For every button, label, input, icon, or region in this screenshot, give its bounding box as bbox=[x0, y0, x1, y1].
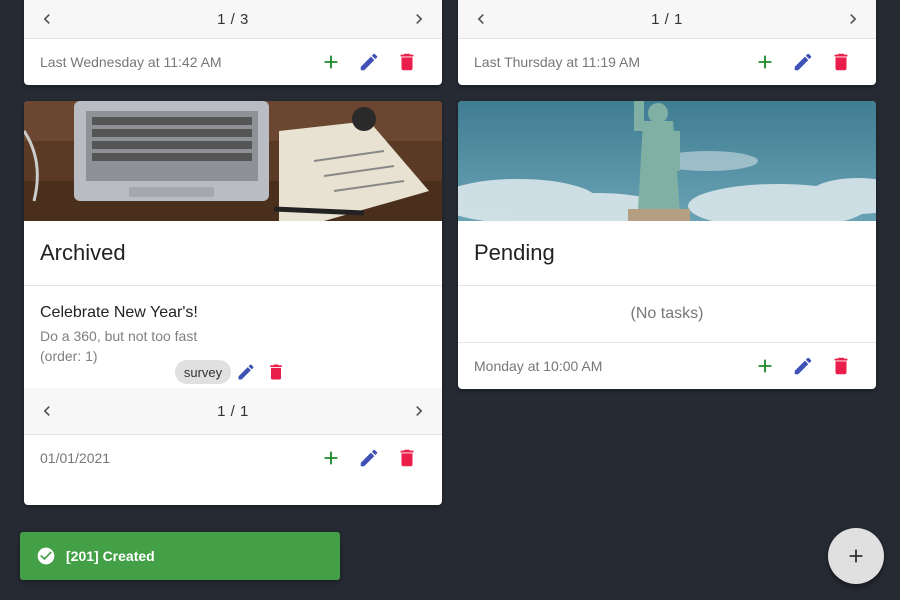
task-tools: survey bbox=[24, 358, 442, 386]
page-indicator: 1 / 1 bbox=[651, 10, 683, 28]
statue-of-liberty-image bbox=[458, 101, 876, 221]
timestamp: Monday at 10:00 AM bbox=[474, 358, 603, 374]
plus-icon bbox=[320, 447, 342, 469]
delete-task-button[interactable] bbox=[261, 358, 291, 386]
edit-card-button[interactable] bbox=[350, 439, 388, 477]
card-footer: Last Thursday at 11:19 AM bbox=[458, 39, 876, 85]
task-description: Do a 360, but not too fast bbox=[40, 328, 198, 344]
plus-icon bbox=[845, 545, 867, 567]
plus-icon bbox=[754, 51, 776, 73]
card-actions bbox=[746, 347, 860, 385]
card-actions bbox=[312, 439, 426, 477]
card-pending: Pending (No tasks) Monday at 10:00 AM bbox=[458, 101, 876, 389]
trash-icon bbox=[266, 362, 286, 382]
trash-icon bbox=[830, 51, 852, 73]
card-top-left: 1 / 3 Last Wednesday at 11:42 AM bbox=[24, 0, 442, 85]
timestamp: 01/01/2021 bbox=[40, 450, 111, 466]
card-actions bbox=[746, 43, 860, 81]
laptop-notebook-image bbox=[24, 101, 442, 221]
trash-icon bbox=[396, 447, 418, 469]
page-indicator: 1 / 3 bbox=[217, 10, 249, 28]
edit-card-button[interactable] bbox=[784, 347, 822, 385]
card-actions bbox=[312, 43, 426, 81]
delete-card-button[interactable] bbox=[388, 439, 426, 477]
snackbar-message: [201] Created bbox=[66, 548, 155, 564]
pencil-icon bbox=[358, 51, 380, 73]
page-indicator: 1 / 1 bbox=[217, 402, 249, 420]
task-title: Celebrate New Year's! bbox=[40, 304, 198, 321]
delete-card-button[interactable] bbox=[822, 43, 860, 81]
delete-card-button[interactable] bbox=[388, 43, 426, 81]
success-snackbar: [201] Created bbox=[20, 532, 340, 580]
card-footer: 01/01/2021 bbox=[24, 435, 442, 481]
plus-icon bbox=[320, 51, 342, 73]
pencil-icon bbox=[792, 51, 814, 73]
empty-tasks-message: (No tasks) bbox=[458, 286, 876, 343]
chevron-right-icon[interactable] bbox=[404, 0, 434, 38]
add-card-fab[interactable] bbox=[828, 528, 884, 584]
task-item[interactable]: Celebrate New Year's! Do a 360, but not … bbox=[24, 286, 442, 388]
add-task-button[interactable] bbox=[746, 43, 784, 81]
card-title: Archived bbox=[24, 221, 442, 286]
plus-icon bbox=[754, 355, 776, 377]
delete-card-button[interactable] bbox=[822, 347, 860, 385]
card-footer: Monday at 10:00 AM bbox=[458, 343, 876, 389]
timestamp: Last Wednesday at 11:42 AM bbox=[40, 54, 222, 70]
card-title: Pending bbox=[458, 221, 876, 286]
card-pager: 1 / 3 bbox=[24, 0, 442, 39]
trash-icon bbox=[830, 355, 852, 377]
edit-card-button[interactable] bbox=[350, 43, 388, 81]
edit-task-button[interactable] bbox=[231, 358, 261, 386]
chevron-right-icon[interactable] bbox=[404, 388, 434, 434]
tag-chip[interactable]: survey bbox=[174, 360, 232, 384]
pencil-icon bbox=[792, 355, 814, 377]
add-task-button[interactable] bbox=[312, 439, 350, 477]
add-task-button[interactable] bbox=[312, 43, 350, 81]
card-archived: Archived Celebrate New Year's! Do a 360,… bbox=[24, 101, 442, 505]
pencil-icon bbox=[358, 447, 380, 469]
edit-card-button[interactable] bbox=[784, 43, 822, 81]
card-top-right: 1 / 1 Last Thursday at 11:19 AM bbox=[458, 0, 876, 85]
check-circle-icon bbox=[36, 546, 56, 566]
trash-icon bbox=[396, 51, 418, 73]
add-task-button[interactable] bbox=[746, 347, 784, 385]
card-footer: Last Wednesday at 11:42 AM bbox=[24, 39, 442, 85]
pencil-icon bbox=[236, 362, 256, 382]
chevron-right-icon[interactable] bbox=[838, 0, 868, 38]
timestamp: Last Thursday at 11:19 AM bbox=[474, 54, 641, 70]
card-pager: 1 / 1 bbox=[24, 388, 442, 435]
card-pager: 1 / 1 bbox=[458, 0, 876, 39]
